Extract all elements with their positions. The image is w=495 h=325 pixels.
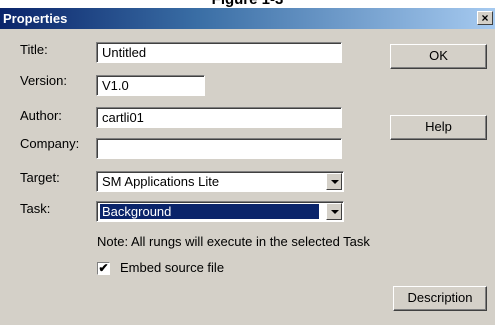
properties-dialog: Properties × Title: Untitled Version: V1… <box>0 8 495 325</box>
task-dropdown-button[interactable] <box>326 203 342 220</box>
embed-source-checkbox[interactable]: ✔ <box>97 262 110 275</box>
company-input[interactable] <box>96 138 342 159</box>
author-input[interactable]: cartli01 <box>96 107 342 128</box>
version-label: Version: <box>20 73 67 88</box>
company-label: Company: <box>20 136 80 151</box>
description-button[interactable]: Description <box>393 286 487 311</box>
close-icon: × <box>481 11 489 25</box>
target-dropdown-button[interactable] <box>326 173 342 190</box>
title-label: Title: <box>20 42 48 57</box>
author-label: Author: <box>20 108 62 123</box>
task-select-value: Background <box>100 204 319 219</box>
title-input[interactable]: Untitled <box>96 42 342 63</box>
ok-button[interactable]: OK <box>390 44 487 69</box>
target-select-value: SM Applications Lite <box>102 174 220 189</box>
task-select[interactable]: Background <box>96 201 344 222</box>
close-button[interactable]: × <box>477 11 493 25</box>
help-button[interactable]: Help <box>390 115 487 140</box>
title-bar: Properties × <box>0 8 495 29</box>
checkmark-icon: ✔ <box>98 261 109 275</box>
embed-source-label[interactable]: Embed source file <box>120 260 224 275</box>
figure-caption-text: Figure 1-3 <box>0 0 495 8</box>
target-label: Target: <box>20 170 60 185</box>
target-select[interactable]: SM Applications Lite <box>96 171 344 192</box>
version-input[interactable]: V1.0 <box>96 75 205 96</box>
task-note: Note: All rungs will execute in the sele… <box>97 234 370 249</box>
figure-caption: Figure 1-3 <box>0 0 495 8</box>
task-label: Task: <box>20 201 51 216</box>
dialog-title: Properties <box>3 11 68 26</box>
